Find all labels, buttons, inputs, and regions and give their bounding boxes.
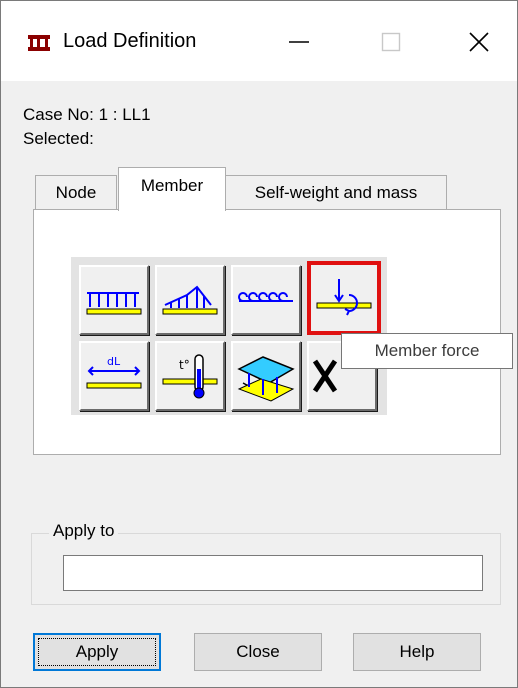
svg-text:dL: dL xyxy=(107,355,121,368)
apply-button[interactable]: Apply xyxy=(33,633,161,671)
temperature-load-button[interactable]: t° xyxy=(155,341,225,411)
tab-member-label: Member xyxy=(140,176,204,195)
focus-ring xyxy=(38,638,156,666)
floor-load-icon xyxy=(237,356,295,402)
minimize-icon xyxy=(289,41,309,43)
maximize-icon xyxy=(381,32,401,52)
member-force-button[interactable] xyxy=(307,261,381,335)
tab-self-weight-and-mass[interactable]: Self-weight and mass xyxy=(225,175,447,209)
temperature-length-load-button[interactable]: dL xyxy=(79,341,149,411)
title-bar: Load Definition xyxy=(1,1,517,81)
load-definition-dialog: Load Definition Case No: 1 : LL1 Selecte… xyxy=(0,0,518,688)
tab-node[interactable]: Node xyxy=(35,175,117,209)
maximize-button[interactable] xyxy=(361,19,421,65)
minimize-button[interactable] xyxy=(269,19,329,65)
floor-load-button[interactable] xyxy=(231,341,301,411)
uniform-load-button[interactable] xyxy=(79,265,149,335)
uniform-load-icon xyxy=(86,292,142,315)
tab-node-label: Node xyxy=(55,182,97,202)
tab-self-weight-label: Self-weight and mass xyxy=(254,182,418,202)
help-button-label: Help xyxy=(399,642,435,661)
window-title: Load Definition xyxy=(63,30,197,52)
member-force-icon xyxy=(316,279,372,316)
apply-to-field[interactable] xyxy=(63,555,483,591)
help-button[interactable]: Help xyxy=(353,633,481,671)
load-type-toolbar: dL t° xyxy=(71,257,387,415)
uniform-moment-icon xyxy=(238,292,293,302)
tab-member[interactable]: Member xyxy=(118,167,226,211)
close-icon xyxy=(469,32,489,52)
app-icon xyxy=(28,35,50,51)
uniform-moment-button[interactable] xyxy=(231,265,301,335)
member-force-tooltip: Member force xyxy=(341,333,513,369)
temperature-length-load-icon: dL xyxy=(86,355,142,389)
close-button-label: Close xyxy=(236,642,280,661)
trapezoidal-load-button[interactable] xyxy=(155,265,225,335)
close-window-button[interactable] xyxy=(449,19,509,65)
svg-text:t°: t° xyxy=(179,358,190,372)
selected-label: Selected: xyxy=(23,129,94,148)
case-number: Case No: 1 : LL1 xyxy=(23,105,151,124)
close-button[interactable]: Close xyxy=(194,633,322,671)
temperature-load-icon: t° xyxy=(162,354,218,399)
apply-to-label: Apply to xyxy=(49,521,119,541)
trapezoidal-load-icon xyxy=(162,285,218,315)
